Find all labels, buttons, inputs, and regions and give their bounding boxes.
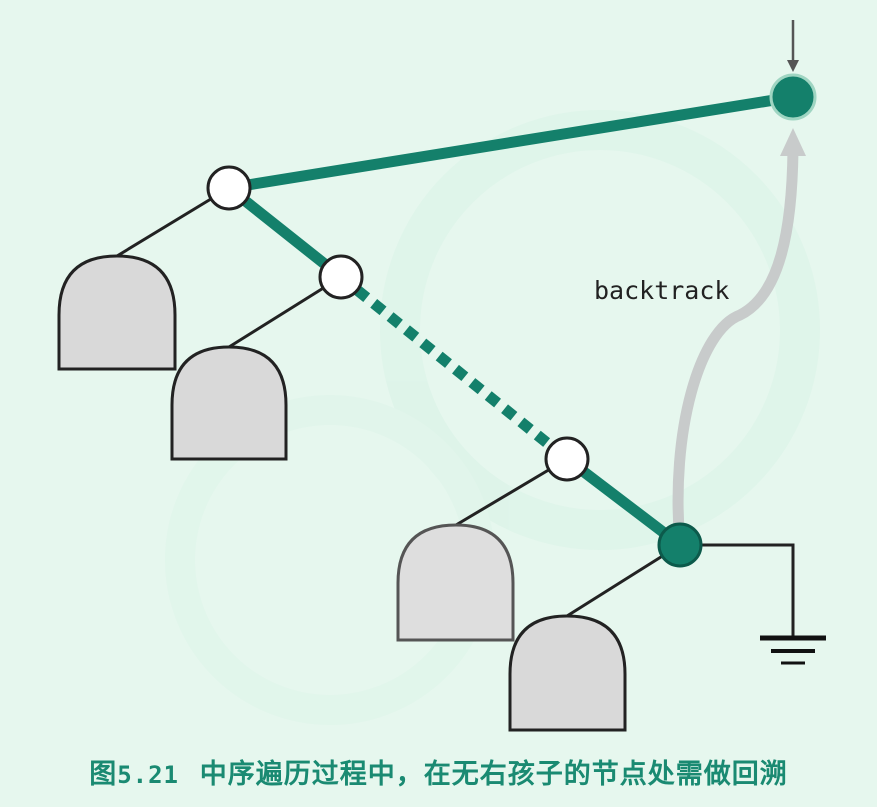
caption-text: 中序遍历过程中，在无右孩子的节点处需做回溯 (199, 759, 788, 790)
subtrees (57, 254, 627, 732)
node-root (206, 165, 252, 211)
node-current (657, 522, 703, 568)
backtrack-arrowhead-icon (780, 128, 806, 156)
diagram-canvas: backtrack (57, 20, 826, 732)
subtree-node2-left (170, 345, 288, 461)
subtree-root-left (57, 254, 177, 371)
node-start (769, 73, 817, 121)
figure-caption: 图5.21 中序遍历过程中，在无右孩子的节点处需做回溯 (0, 752, 877, 796)
subtree-current-left (508, 614, 627, 732)
null-ground-icon (760, 635, 826, 665)
node-third (544, 436, 590, 482)
subtree-node3-left (396, 523, 515, 642)
entry-arrow-icon (787, 20, 799, 72)
backtrack-label: backtrack (594, 276, 729, 305)
caption-number: 5.21 (117, 761, 179, 789)
node-second (318, 254, 364, 300)
caption-prefix: 图 (89, 759, 118, 790)
